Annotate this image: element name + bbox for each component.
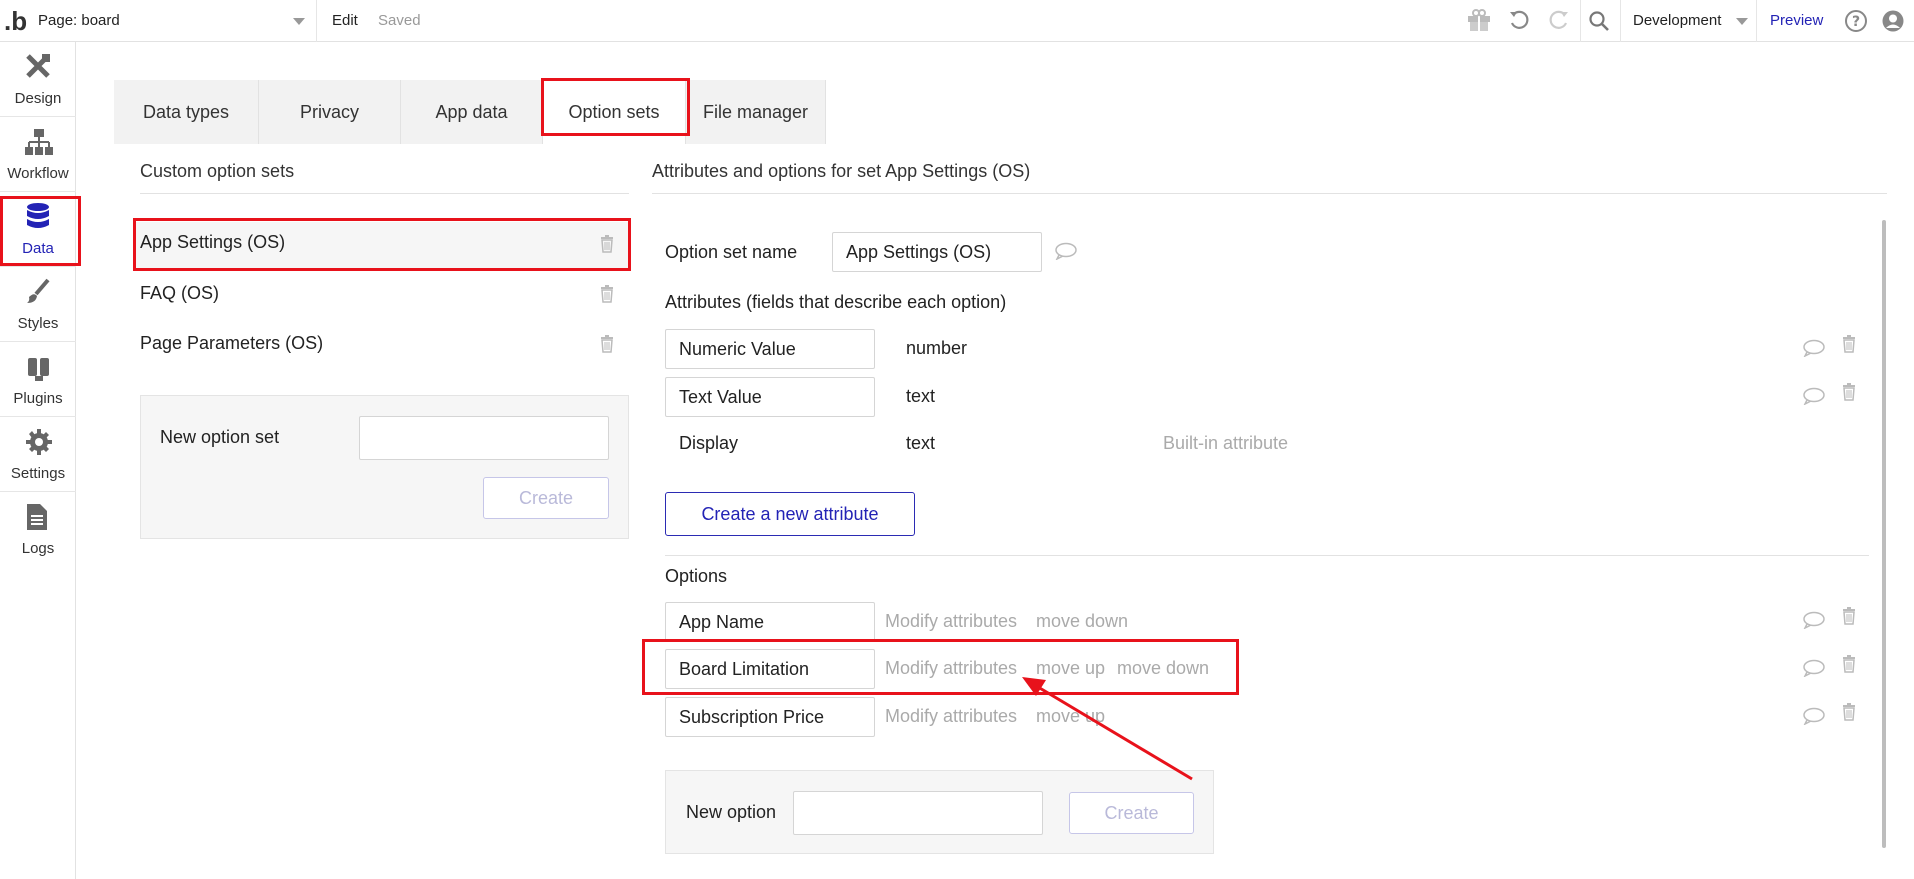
divider — [1580, 0, 1581, 42]
sidebar-item-logs[interactable]: Logs — [0, 492, 76, 567]
divider — [665, 555, 1869, 556]
trash-icon[interactable] — [600, 285, 614, 303]
new-option-set-label: New option set — [160, 427, 280, 447]
sidebar-item-styles[interactable]: Styles — [0, 267, 76, 342]
attributes-title: Attributes and options for set App Setti… — [652, 161, 1031, 181]
options-title: Options — [665, 566, 728, 586]
attribute-type: text — [906, 433, 936, 453]
create-attribute-button[interactable]: Create a new attribute — [665, 492, 915, 536]
create-option-set-button[interactable]: Create — [483, 477, 609, 519]
annotation-arrow — [1022, 677, 1193, 781]
sidebar-item-design[interactable]: Design — [0, 42, 76, 117]
sidebar-item-label: Logs — [21, 540, 55, 557]
undo-icon[interactable] — [1508, 9, 1530, 31]
search-icon[interactable] — [1588, 10, 1610, 32]
gear-icon — [26, 429, 52, 455]
comment-icon[interactable] — [1803, 387, 1825, 405]
divider — [1620, 0, 1621, 42]
divider — [1756, 0, 1757, 42]
new-option-set-box: New option set Create — [140, 395, 629, 539]
sidebar-item-label: Plugins — [13, 390, 63, 407]
attribute-type[interactable]: number — [906, 338, 967, 359]
comment-icon[interactable] — [1803, 339, 1825, 357]
brush-icon — [27, 278, 50, 303]
data-highlight-box — [0, 196, 81, 266]
comment-icon[interactable] — [1055, 242, 1077, 260]
chevron-down-icon[interactable] — [293, 18, 305, 25]
attribute-name-field[interactable]: Text Value — [665, 377, 875, 417]
user-icon[interactable] — [1881, 9, 1905, 33]
left-sidebar: Design Workflow Data Styles Plugins Sett… — [0, 42, 76, 879]
gift-icon[interactable] — [1466, 8, 1492, 32]
option-set-name-label: Option set name — [665, 242, 798, 262]
attributes-subtitle: Attributes (fields that describe each op… — [665, 292, 1007, 312]
tab-file-manager[interactable]: File manager — [686, 80, 826, 144]
new-option-input[interactable] — [793, 791, 1043, 835]
attribute-type[interactable]: text — [906, 386, 935, 407]
trash-icon[interactable] — [1842, 703, 1856, 721]
sidebar-item-label: Styles — [17, 315, 59, 332]
divider — [140, 193, 629, 194]
sidebar-item-plugins[interactable]: Plugins — [0, 342, 76, 417]
attribute-name-text: Display — [679, 433, 739, 453]
chevron-down-icon[interactable] — [1736, 18, 1748, 25]
option-set-item[interactable]: FAQ (OS) — [140, 283, 219, 304]
new-option-set-input[interactable] — [359, 416, 609, 460]
trash-icon[interactable] — [1842, 655, 1856, 673]
trash-icon[interactable] — [1842, 607, 1856, 625]
move-down-link[interactable]: move down — [1036, 611, 1128, 632]
workflow-icon — [25, 129, 53, 155]
comment-icon[interactable] — [1803, 659, 1825, 677]
sidebar-item-workflow[interactable]: Workflow — [0, 117, 76, 192]
tab-privacy[interactable]: Privacy — [259, 80, 401, 144]
document-icon — [27, 504, 47, 530]
edit-menu[interactable]: Edit — [332, 12, 358, 29]
attribute-name-field[interactable]: Numeric Value — [665, 329, 875, 369]
design-icon — [26, 54, 50, 78]
divider — [652, 193, 1887, 194]
svg-text:?: ? — [1852, 14, 1860, 30]
sidebar-item-label: Settings — [10, 465, 66, 482]
environment-selector[interactable]: Development — [1633, 12, 1721, 29]
comment-icon[interactable] — [1803, 707, 1825, 725]
option-set-name-field[interactable]: App Settings (OS) — [832, 232, 1042, 272]
sidebar-item-label: Design — [14, 90, 62, 107]
redo-icon[interactable] — [1548, 9, 1570, 31]
option-name-field[interactable]: Subscription Price — [665, 697, 875, 737]
help-icon[interactable]: ? — [1844, 9, 1868, 33]
trash-icon[interactable] — [1842, 383, 1856, 401]
modify-attributes-link[interactable]: Modify attributes — [885, 706, 1017, 727]
tab-data-types[interactable]: Data types — [114, 80, 259, 144]
plug-icon — [28, 358, 49, 381]
top-bar: .b Page: board Edit Saved Development Pr… — [0, 0, 1914, 42]
sidebar-item-settings[interactable]: Settings — [0, 417, 76, 492]
built-in-attribute-note: Built-in attribute — [1163, 433, 1289, 453]
page-selector[interactable]: Page: board — [38, 12, 120, 29]
sidebar-item-label: Workflow — [7, 165, 69, 182]
bubble-logo[interactable]: .b — [4, 6, 27, 37]
new-option-label: New option — [686, 802, 777, 822]
preview-link[interactable]: Preview — [1770, 12, 1823, 29]
option-sets-tab-highlight — [541, 78, 690, 136]
app-settings-highlight — [133, 218, 631, 271]
divider — [316, 0, 317, 42]
comment-icon[interactable] — [1803, 611, 1825, 629]
trash-icon[interactable] — [1842, 335, 1856, 353]
custom-option-sets-title: Custom option sets — [140, 161, 295, 181]
tab-app-data[interactable]: App data — [401, 80, 543, 144]
modify-attributes-link[interactable]: Modify attributes — [885, 611, 1017, 632]
saved-status: Saved — [378, 12, 421, 29]
scrollbar[interactable] — [1882, 220, 1886, 848]
create-option-button[interactable]: Create — [1069, 792, 1194, 834]
trash-icon[interactable] — [600, 335, 614, 353]
option-name-field[interactable]: App Name — [665, 602, 875, 642]
option-set-item[interactable]: Page Parameters (OS) — [140, 333, 323, 354]
